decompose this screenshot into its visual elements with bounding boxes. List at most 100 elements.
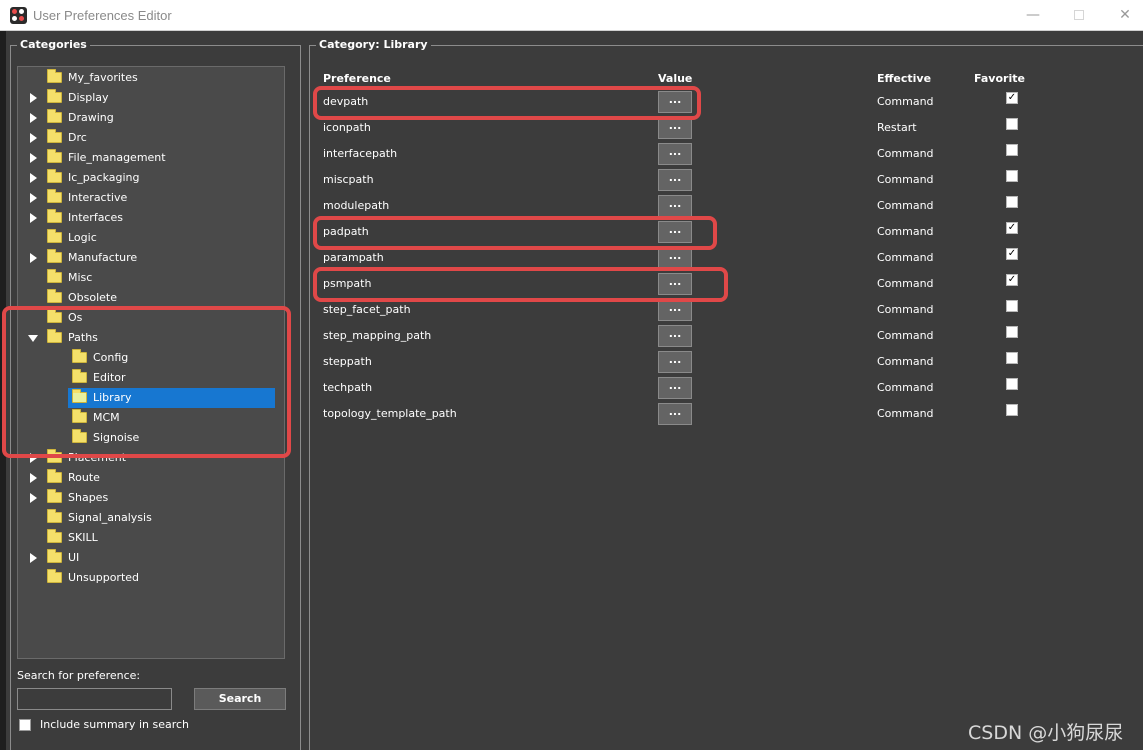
tree-item-label: Shapes (68, 491, 109, 504)
tree-item-file_management[interactable]: File_management (18, 148, 284, 168)
close-button[interactable]: ✕ (1110, 4, 1140, 26)
favorite-checkbox[interactable] (1006, 118, 1018, 130)
tree-item-editor[interactable]: Editor (18, 368, 284, 388)
favorite-checkbox[interactable]: ✓ (1006, 248, 1018, 260)
browse-value-button[interactable]: ... (658, 403, 692, 425)
tree-item-display[interactable]: Display (18, 88, 284, 108)
preference-name: devpath (323, 95, 369, 108)
preference-name: techpath (323, 381, 373, 394)
chevron-right-icon[interactable] (30, 113, 37, 123)
browse-value-button[interactable]: ... (658, 117, 692, 139)
tree-item-skill[interactable]: SKILL (18, 528, 284, 548)
favorite-checkbox[interactable]: ✓ (1006, 222, 1018, 234)
tree-item-label: Signoise (93, 431, 140, 444)
favorite-checkbox[interactable] (1006, 144, 1018, 156)
favorite-checkbox[interactable] (1006, 170, 1018, 182)
tree-item-paths[interactable]: Paths (18, 328, 284, 348)
preference-row-step_facet_path: step_facet_path... Command (313, 299, 1033, 325)
folder-icon (47, 269, 62, 283)
tree-item-misc[interactable]: Misc (18, 268, 284, 288)
favorite-checkbox[interactable] (1006, 378, 1018, 390)
chevron-right-icon[interactable] (30, 553, 37, 563)
favorite-checkbox[interactable] (1006, 196, 1018, 208)
browse-value-button[interactable]: ... (658, 221, 692, 243)
chevron-down-icon[interactable] (28, 335, 38, 342)
tree-item-shapes[interactable]: Shapes (18, 488, 284, 508)
tree-item-unsupported[interactable]: Unsupported (18, 568, 284, 588)
chevron-right-icon[interactable] (30, 453, 37, 463)
tree-item-my_favorites[interactable]: My_favorites (18, 68, 284, 88)
effective-value: Command (877, 355, 934, 368)
favorite-checkbox[interactable]: ✓ (1006, 274, 1018, 286)
tree-item-interfaces[interactable]: Interfaces (18, 208, 284, 228)
chevron-right-icon[interactable] (30, 133, 37, 143)
tree-item-signoise[interactable]: Signoise (18, 428, 284, 448)
tree-item-ic_packaging[interactable]: Ic_packaging (18, 168, 284, 188)
chevron-right-icon[interactable] (30, 493, 37, 503)
folder-icon (47, 89, 62, 103)
preference-name: iconpath (323, 121, 371, 134)
category-tree[interactable]: My_favorites Display Drawing Drc File_manage… (17, 66, 285, 659)
folder-icon (47, 509, 62, 523)
preference-row-step_mapping_path: step_mapping_path... Command (313, 325, 1033, 351)
browse-value-button[interactable]: ... (658, 377, 692, 399)
browse-value-button[interactable]: ... (658, 247, 692, 269)
tree-item-ui[interactable]: UI (18, 548, 284, 568)
favorite-checkbox[interactable] (1006, 404, 1018, 416)
preference-row-topology_template_path: topology_template_path... Command (313, 403, 1033, 429)
tree-item-label: Manufacture (68, 251, 138, 264)
chevron-right-icon[interactable] (30, 93, 37, 103)
search-input[interactable] (17, 688, 172, 710)
effective-value: Command (877, 381, 934, 394)
tree-item-config[interactable]: Config (18, 348, 284, 368)
tree-item-label: Display (68, 91, 109, 104)
maximize-button[interactable] (1064, 4, 1094, 26)
browse-value-button[interactable]: ... (658, 299, 692, 321)
tree-item-logic[interactable]: Logic (18, 228, 284, 248)
browse-value-button[interactable]: ... (658, 325, 692, 347)
chevron-right-icon[interactable] (30, 473, 37, 483)
folder-icon (47, 469, 62, 483)
favorite-checkbox[interactable] (1006, 326, 1018, 338)
tree-item-mcm[interactable]: MCM (18, 408, 284, 428)
tree-item-label: Misc (68, 271, 93, 284)
browse-value-button[interactable]: ... (658, 351, 692, 373)
chevron-right-icon[interactable] (30, 253, 37, 263)
tree-item-interactive[interactable]: Interactive (18, 188, 284, 208)
tree-item-library[interactable]: Library (18, 388, 284, 408)
include-summary-checkbox[interactable] (19, 719, 31, 731)
chevron-right-icon[interactable] (30, 213, 37, 223)
browse-value-button[interactable]: ... (658, 169, 692, 191)
preference-name: interfacepath (323, 147, 398, 160)
favorite-checkbox[interactable] (1006, 352, 1018, 364)
effective-value: Restart (877, 121, 917, 134)
tree-item-route[interactable]: Route (18, 468, 284, 488)
chevron-right-icon[interactable] (30, 153, 37, 163)
tree-item-drc[interactable]: Drc (18, 128, 284, 148)
category-group-title: Category: Library (316, 38, 431, 51)
tree-item-obsolete[interactable]: Obsolete (18, 288, 284, 308)
minimize-button[interactable]: — (1018, 4, 1048, 26)
tree-item-placement[interactable]: Placement (18, 448, 284, 468)
browse-value-button[interactable]: ... (658, 195, 692, 217)
tree-item-manufacture[interactable]: Manufacture (18, 248, 284, 268)
tree-item-signal_analysis[interactable]: Signal_analysis (18, 508, 284, 528)
tree-item-label: File_management (68, 151, 166, 164)
favorite-checkbox[interactable] (1006, 300, 1018, 312)
tree-item-label: Os (68, 311, 83, 324)
folder-icon (72, 429, 87, 443)
folder-icon (47, 449, 62, 463)
browse-value-button[interactable]: ... (658, 91, 692, 113)
favorite-checkbox[interactable]: ✓ (1006, 92, 1018, 104)
browse-value-button[interactable]: ... (658, 143, 692, 165)
search-button[interactable]: Search (194, 688, 286, 710)
chevron-right-icon[interactable] (30, 173, 37, 183)
chevron-right-icon[interactable] (30, 193, 37, 203)
effective-value: Command (877, 95, 934, 108)
maximize-icon (1074, 10, 1084, 20)
tree-item-os[interactable]: Os (18, 308, 284, 328)
column-header-preference: Preference (323, 72, 391, 85)
left-edge-strip (0, 31, 6, 750)
browse-value-button[interactable]: ... (658, 273, 692, 295)
tree-item-drawing[interactable]: Drawing (18, 108, 284, 128)
